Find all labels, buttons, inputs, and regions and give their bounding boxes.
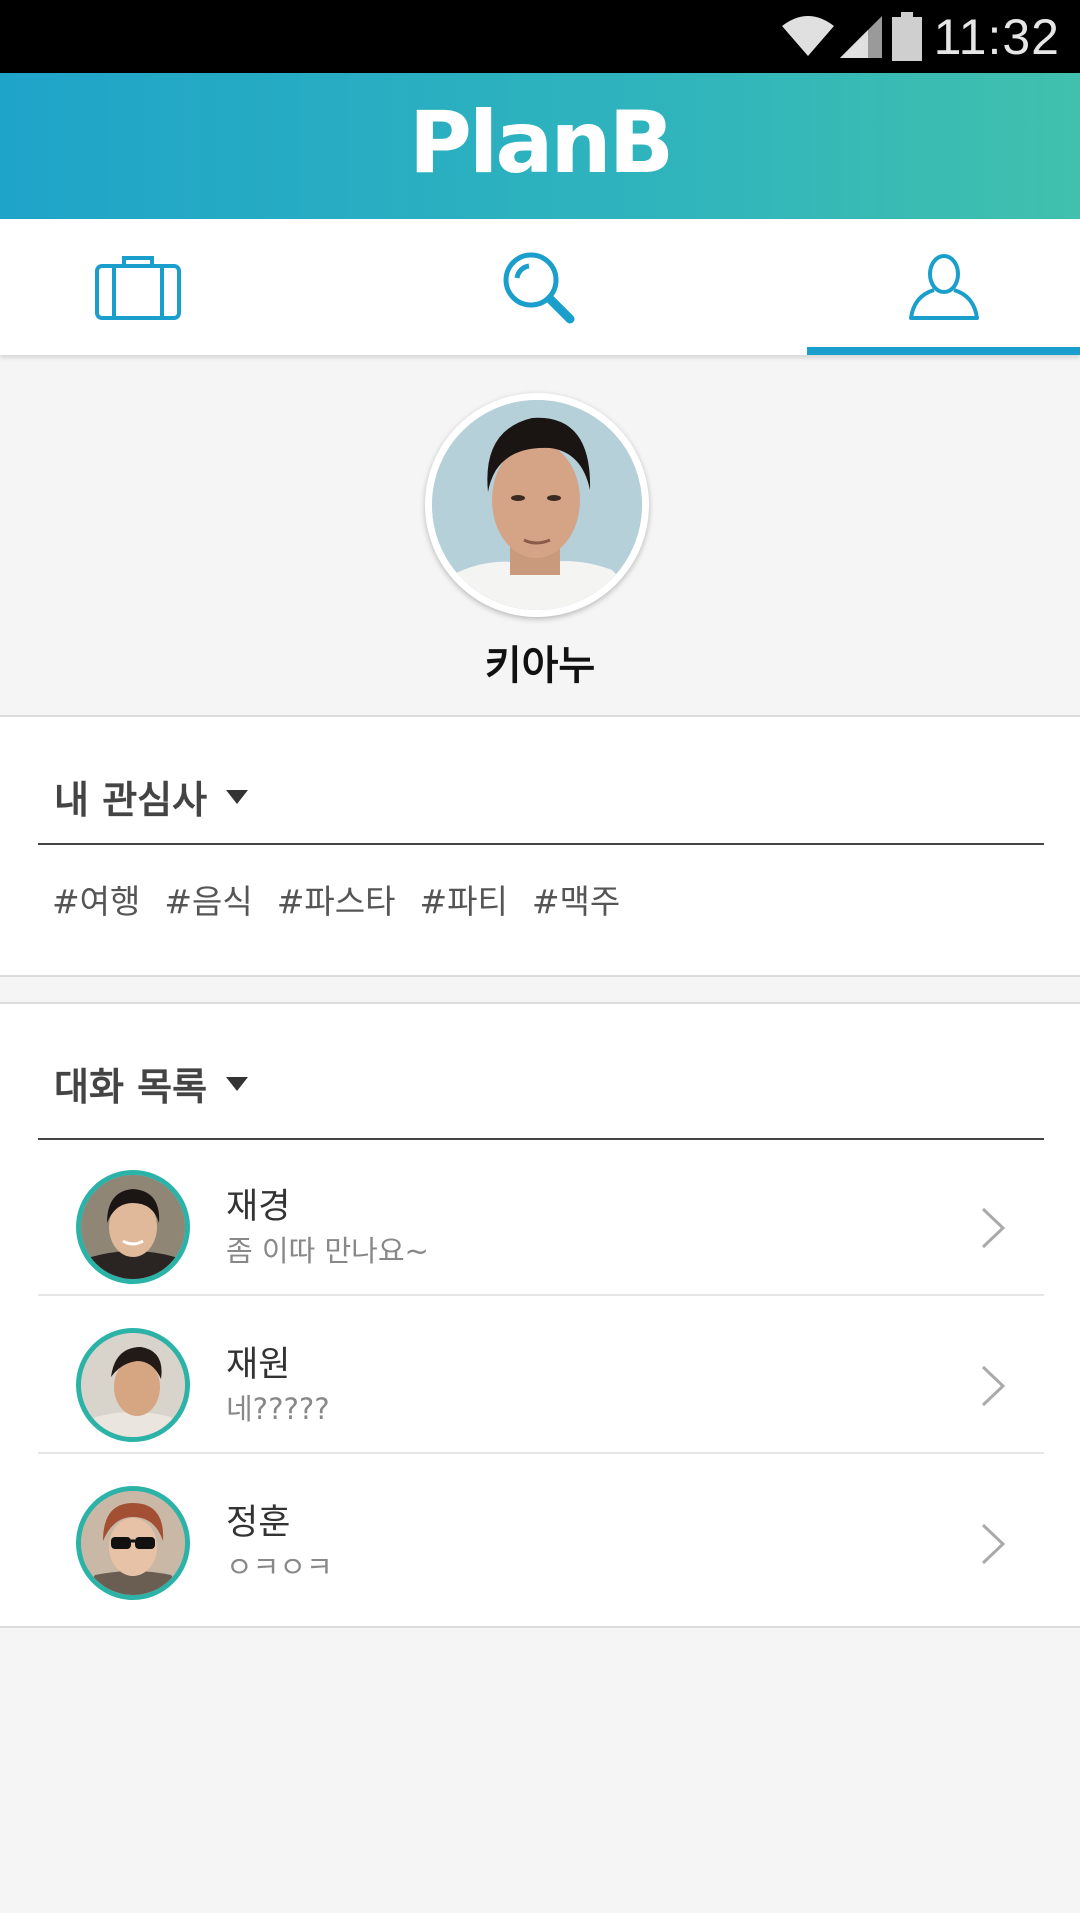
divider xyxy=(38,1294,1044,1296)
interests-card: 내 관심사 #여행 #음식 #파스타 #파티 #맥주 xyxy=(0,715,1080,977)
chat-list-header[interactable]: 대화 목록 xyxy=(54,1056,249,1111)
interests-header[interactable]: 내 관심사 xyxy=(54,769,249,824)
caret-down-icon xyxy=(226,789,249,804)
user-icon xyxy=(908,254,979,320)
caret-down-icon xyxy=(226,1076,249,1091)
search-icon xyxy=(503,252,574,324)
interest-tags: #여행 #음식 #파스타 #파티 #맥주 xyxy=(52,875,620,923)
interests-title: 내 관심사 xyxy=(54,778,208,822)
avatar xyxy=(76,1328,190,1442)
interest-tag[interactable]: #파티 xyxy=(419,875,507,923)
status-bar: 11:32 xyxy=(0,0,1080,73)
interest-tag[interactable]: #파스타 xyxy=(277,875,396,923)
interest-tag[interactable]: #맥주 xyxy=(532,875,620,923)
chat-name: 정훈 xyxy=(226,1503,291,1543)
chat-name: 재경 xyxy=(226,1187,291,1227)
tab-bar xyxy=(0,219,1080,355)
chat-list-item[interactable]: 정훈 ㅇㅋㅇㅋ xyxy=(38,1456,1044,1616)
chat-name: 재원 xyxy=(226,1345,291,1385)
wifi-icon xyxy=(782,16,834,56)
divider xyxy=(38,843,1044,845)
chevron-right-icon xyxy=(981,1523,1006,1565)
profile-photo-image xyxy=(432,400,642,610)
chat-list-card: 대화 목록 재경 좀 이따 만나요~ 재원 네????? 정훈 ㅇㅋㅇㅋ xyxy=(0,1002,1080,1628)
chevron-right-icon xyxy=(981,1365,1006,1407)
profile-avatar[interactable] xyxy=(425,393,649,617)
chat-list-item[interactable]: 재원 네????? xyxy=(38,1298,1044,1454)
avatar-image xyxy=(81,1491,185,1595)
avatar xyxy=(76,1486,190,1600)
chat-preview: 네????? xyxy=(226,1392,330,1426)
chat-list-item[interactable]: 재경 좀 이따 만나요~ xyxy=(38,1140,1044,1296)
signal-icon xyxy=(840,16,882,58)
divider xyxy=(38,1452,1044,1454)
tab-trips[interactable] xyxy=(0,219,275,355)
tab-indicator xyxy=(807,347,1080,355)
chat-preview: ㅇㅋㅇㅋ xyxy=(226,1550,333,1584)
tab-profile[interactable] xyxy=(807,219,1080,355)
brand-logo: PlanB xyxy=(408,93,674,193)
suitcase-icon xyxy=(94,256,181,320)
chat-list-title: 대화 목록 xyxy=(54,1065,208,1109)
chevron-right-icon xyxy=(981,1207,1006,1249)
battery-icon xyxy=(892,12,922,61)
profile-name: 키아누 xyxy=(484,643,596,689)
avatar-image xyxy=(81,1175,185,1279)
avatar-image xyxy=(81,1333,185,1437)
app-header: PlanB xyxy=(0,73,1080,219)
interest-tag[interactable]: #여행 xyxy=(52,875,140,923)
interest-tag[interactable]: #음식 xyxy=(164,875,252,923)
clock: 11:32 xyxy=(933,9,1060,65)
avatar xyxy=(76,1170,190,1284)
tab-search[interactable] xyxy=(360,219,715,355)
chat-preview: 좀 이따 만나요~ xyxy=(226,1234,429,1268)
profile-section: 키아누 xyxy=(0,355,1080,715)
